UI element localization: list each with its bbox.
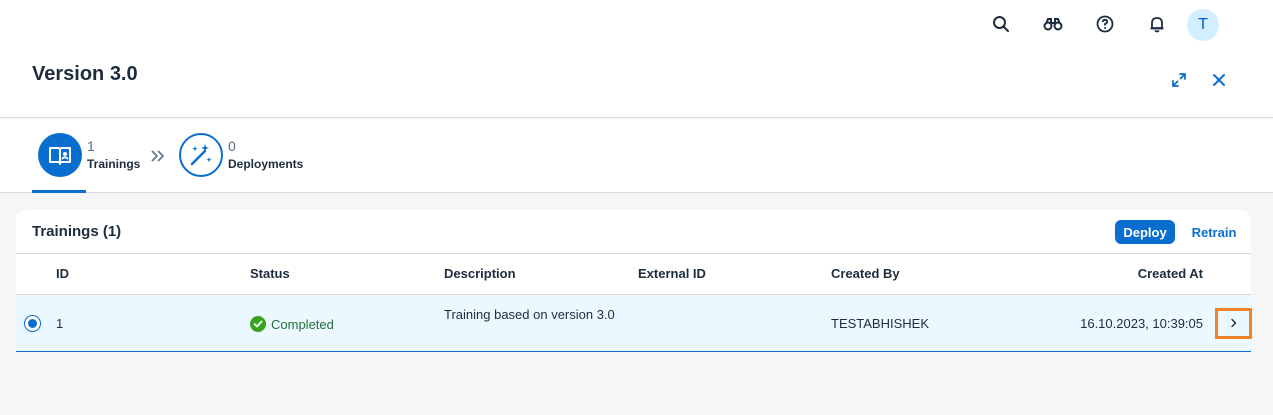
step-count: 1	[87, 138, 95, 154]
column-header-status[interactable]: Status	[250, 266, 290, 281]
shell-bar: T	[0, 0, 1273, 48]
column-header-created-at[interactable]: Created At	[1138, 266, 1203, 281]
chevron-right-icon	[1230, 315, 1238, 333]
training-icon	[38, 133, 82, 177]
step-label: Trainings	[87, 157, 141, 171]
fullscreen-icon[interactable]	[1167, 68, 1191, 92]
chevron-double-right-icon	[150, 149, 166, 167]
status-badge: Completed	[250, 316, 334, 332]
search-icon[interactable]	[987, 10, 1015, 38]
close-icon[interactable]	[1207, 68, 1231, 92]
help-icon[interactable]	[1091, 10, 1119, 38]
cell-description: Training based on version 3.0	[444, 307, 615, 322]
column-header-created-by[interactable]: Created By	[831, 266, 900, 281]
step-deployments[interactable]: 0 Deployments	[179, 133, 303, 177]
deployment-icon	[179, 133, 223, 177]
check-circle-icon	[250, 316, 266, 332]
card-title: Trainings (1)	[32, 223, 122, 240]
binoculars-icon[interactable]	[1039, 10, 1067, 38]
process-steps: 1 Trainings 0 Deployments	[0, 119, 1273, 193]
table-header: ID Status Description External ID Create…	[16, 253, 1251, 295]
column-header-external-id[interactable]: External ID	[638, 266, 706, 281]
active-step-indicator	[32, 190, 86, 193]
step-trainings[interactable]: 1 Trainings	[38, 133, 140, 177]
status-text: Completed	[271, 316, 334, 332]
retrain-button[interactable]: Retrain	[1184, 220, 1244, 244]
table-row[interactable]: 1 Completed Training based on version 3.…	[16, 295, 1252, 352]
avatar[interactable]: T	[1187, 9, 1219, 41]
trainings-card: Trainings (1) Deploy Retrain ID Status D…	[16, 210, 1252, 352]
deploy-button[interactable]: Deploy	[1115, 220, 1175, 244]
row-select-radio[interactable]	[24, 315, 41, 332]
page-header: Version 3.0	[0, 48, 1273, 118]
page-title: Version 3.0	[32, 63, 138, 85]
column-header-id[interactable]: ID	[56, 266, 69, 281]
cell-created-at: 16.10.2023, 10:39:05	[1080, 316, 1203, 331]
step-count: 0	[228, 138, 236, 154]
cell-created-by: TESTABHISHEK	[831, 316, 930, 331]
step-label: Deployments	[228, 157, 304, 171]
row-navigation-button[interactable]	[1215, 308, 1252, 339]
cell-id: 1	[56, 316, 64, 331]
column-header-description[interactable]: Description	[444, 266, 516, 281]
bell-icon[interactable]	[1143, 10, 1171, 38]
